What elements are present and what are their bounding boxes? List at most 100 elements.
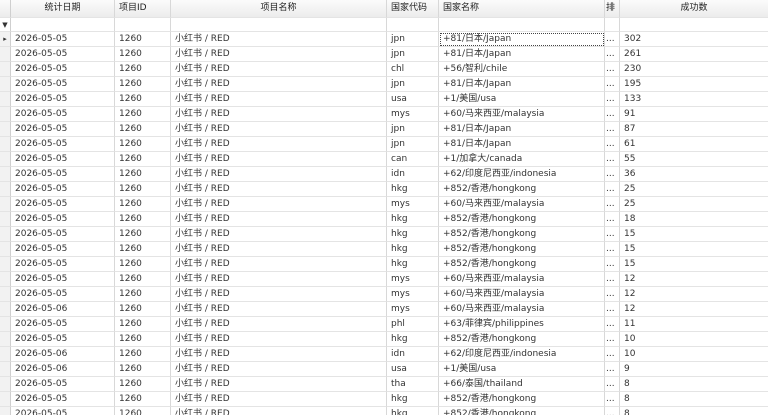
cell-date[interactable]: 2026-05-05 [11, 392, 115, 407]
cell-success-count[interactable]: 9 [620, 362, 768, 377]
cell-country-name[interactable]: +1/美国/usa [439, 362, 605, 377]
cell-truncated[interactable]: ... [605, 92, 620, 107]
cell-truncated[interactable]: ... [605, 62, 620, 77]
cell-truncated[interactable]: ... [605, 212, 620, 227]
cell-date[interactable]: 2026-05-06 [11, 302, 115, 317]
cell-country-name[interactable]: +852/香港/hongkong [439, 227, 605, 242]
cell-country-code[interactable]: hkg [387, 212, 439, 227]
cell-truncated[interactable]: ... [605, 287, 620, 302]
cell-project-name[interactable]: 小红书 / RED [171, 332, 387, 347]
cell-success-count[interactable]: 11 [620, 317, 768, 332]
cell-project-name[interactable]: 小红书 / RED [171, 212, 387, 227]
cell-truncated[interactable]: ... [605, 122, 620, 137]
cell-country-name[interactable]: +852/香港/hongkong [439, 332, 605, 347]
row-header[interactable] [0, 257, 11, 272]
cell-country-code[interactable]: mys [387, 302, 439, 317]
cell-project-name[interactable]: 小红书 / RED [171, 47, 387, 62]
table-row[interactable]: 2026-05-05 1260 小红书 / RED hkg +852/香港/hongko… [0, 182, 768, 197]
table-row[interactable]: 2026-05-05 1260 小红书 / RED jpn +81/日本/Japan..… [0, 122, 768, 137]
cell-date[interactable]: 2026-05-05 [11, 377, 115, 392]
cell-date[interactable]: 2026-05-05 [11, 272, 115, 287]
row-header[interactable] [0, 287, 11, 302]
cell-country-code[interactable]: phl [387, 317, 439, 332]
table-row[interactable]: 2026-05-05 1260 小红书 / RED hkg +852/香港/hongko… [0, 242, 768, 257]
cell-country-code[interactable]: jpn [387, 77, 439, 92]
cell-country-code[interactable]: hkg [387, 257, 439, 272]
table-row[interactable]: 2026-05-05 1260 小红书 / RED hkg +852/香港/hongko… [0, 257, 768, 272]
cell-project-id[interactable]: 1260 [115, 182, 171, 197]
column-header-date[interactable]: 统计日期 [11, 0, 115, 18]
cell-country-code[interactable]: tha [387, 377, 439, 392]
table-row[interactable]: 2026-05-05 1260 小红书 / RED can +1/加拿大/canada.… [0, 152, 768, 167]
table-row[interactable]: 2026-05-06 1260 小红书 / RED usa +1/美国/usa... 9 [0, 362, 768, 377]
cell-country-code[interactable]: jpn [387, 32, 439, 47]
cell-project-name[interactable]: 小红书 / RED [171, 287, 387, 302]
table-row[interactable]: 2026-05-06 1260 小红书 / RED idn +62/印度尼西亚/indo… [0, 347, 768, 362]
cell-project-name[interactable]: 小红书 / RED [171, 272, 387, 287]
table-row[interactable]: 2026-05-05 1260 小红书 / RED hkg +852/香港/hongko… [0, 227, 768, 242]
cell-success-count[interactable]: 25 [620, 197, 768, 212]
cell-country-code[interactable]: mys [387, 107, 439, 122]
cell-country-name[interactable]: +60/马来西亚/malaysia [439, 272, 605, 287]
column-header-country-code[interactable]: 国家代码 [387, 0, 439, 18]
cell-truncated[interactable]: ... [605, 377, 620, 392]
cell-country-name[interactable]: +60/马来西亚/malaysia [439, 197, 605, 212]
cell-project-name[interactable]: 小红书 / RED [171, 377, 387, 392]
cell-country-code[interactable]: mys [387, 287, 439, 302]
cell-country-code[interactable]: hkg [387, 332, 439, 347]
cell-date[interactable]: 2026-05-05 [11, 152, 115, 167]
cell-country-code[interactable]: usa [387, 362, 439, 377]
cell-project-id[interactable]: 1260 [115, 212, 171, 227]
cell-truncated[interactable]: ... [605, 47, 620, 62]
cell-success-count[interactable]: 8 [620, 377, 768, 392]
cell-country-name[interactable]: +81/日本/Japan [439, 137, 605, 152]
cell-success-count[interactable]: 10 [620, 332, 768, 347]
cell-success-count[interactable]: 87 [620, 122, 768, 137]
cell-project-id[interactable]: 1260 [115, 32, 171, 47]
cell-project-id[interactable]: 1260 [115, 227, 171, 242]
cell-country-code[interactable]: idn [387, 347, 439, 362]
cell-project-name[interactable]: 小红书 / RED [171, 137, 387, 152]
cell-country-name[interactable]: +852/香港/hongkong [439, 212, 605, 227]
cell-project-name[interactable]: 小红书 / RED [171, 107, 387, 122]
table-row[interactable]: 2026-05-05 1260 小红书 / RED mys +60/马来西亚/malay… [0, 272, 768, 287]
table-row[interactable]: 2026-05-05 1260 小红书 / RED mys +60/马来西亚/malay… [0, 287, 768, 302]
cell-success-count[interactable]: 18 [620, 212, 768, 227]
cell-country-name[interactable]: +60/马来西亚/malaysia [439, 302, 605, 317]
filter-cell-truncated[interactable] [605, 18, 620, 32]
cell-project-id[interactable]: 1260 [115, 317, 171, 332]
cell-project-name[interactable]: 小红书 / RED [171, 62, 387, 77]
cell-country-code[interactable]: hkg [387, 182, 439, 197]
cell-success-count[interactable]: 36 [620, 167, 768, 182]
table-row[interactable]: 2026-05-05 1260 小红书 / RED usa +1/美国/usa... 13… [0, 92, 768, 107]
cell-date[interactable]: 2026-05-05 [11, 317, 115, 332]
cell-truncated[interactable]: ... [605, 242, 620, 257]
row-header[interactable] [0, 62, 11, 77]
cell-date[interactable]: 2026-05-05 [11, 227, 115, 242]
filter-cell-date[interactable] [11, 18, 115, 32]
cell-country-name[interactable]: +852/香港/hongkong [439, 257, 605, 272]
filter-cell-project-name[interactable] [171, 18, 387, 32]
cell-success-count[interactable]: 55 [620, 152, 768, 167]
row-header[interactable] [0, 107, 11, 122]
cell-project-id[interactable]: 1260 [115, 302, 171, 317]
cell-date[interactable]: 2026-05-05 [11, 107, 115, 122]
cell-truncated[interactable]: ... [605, 392, 620, 407]
cell-truncated[interactable]: ... [605, 257, 620, 272]
cell-project-id[interactable]: 1260 [115, 197, 171, 212]
cell-truncated[interactable]: ... [605, 407, 620, 415]
cell-success-count[interactable]: 15 [620, 257, 768, 272]
cell-success-count[interactable]: 261 [620, 47, 768, 62]
table-row[interactable]: 2026-05-05 1260 小红书 / RED mys +60/马来西亚/malay… [0, 197, 768, 212]
table-row[interactable]: 2026-05-05 1260 小红书 / RED hkg +852/香港/hongko… [0, 392, 768, 407]
cell-project-id[interactable]: 1260 [115, 377, 171, 392]
cell-project-id[interactable]: 1260 [115, 152, 171, 167]
cell-date[interactable]: 2026-05-05 [11, 137, 115, 152]
row-header[interactable] [0, 407, 11, 415]
cell-success-count[interactable]: 195 [620, 77, 768, 92]
row-header[interactable] [0, 197, 11, 212]
cell-truncated[interactable]: ... [605, 362, 620, 377]
cell-project-id[interactable]: 1260 [115, 407, 171, 415]
cell-project-name[interactable]: 小红书 / RED [171, 242, 387, 257]
cell-success-count[interactable]: 230 [620, 62, 768, 77]
